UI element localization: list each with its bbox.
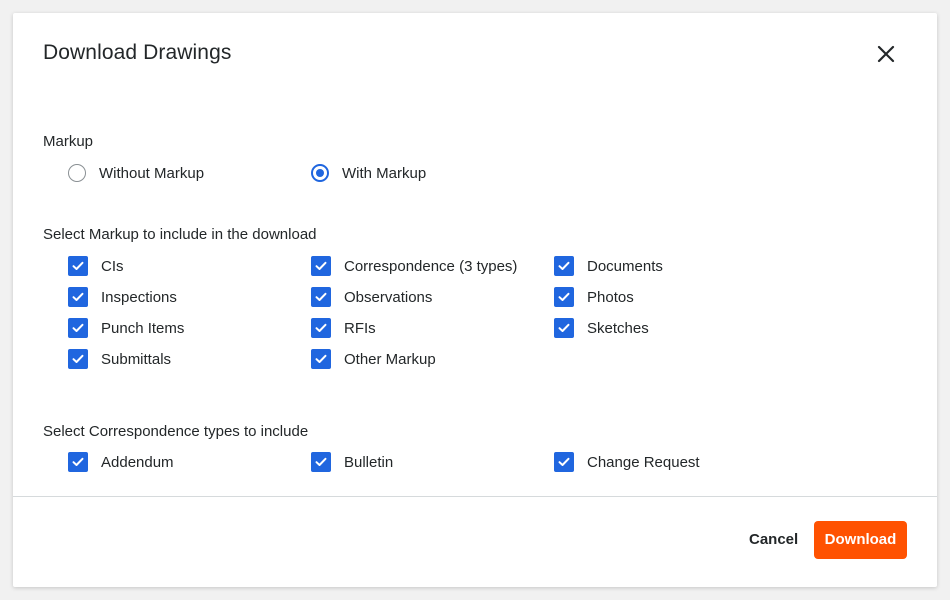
correspondence-type-checkbox-option[interactable]: Addendum: [68, 451, 174, 473]
checkmark-icon: [72, 457, 84, 466]
markup-section-label: Markup: [43, 133, 94, 150]
checkbox-label: Change Request: [587, 453, 700, 471]
checkbox[interactable]: [554, 452, 574, 472]
checkbox-label: Observations: [344, 288, 433, 306]
checkbox[interactable]: [68, 256, 88, 276]
close-button[interactable]: [875, 43, 897, 65]
checkmark-icon: [72, 292, 84, 301]
download-drawings-dialog: Download Drawings Markup Without Markup …: [13, 13, 937, 587]
markup-type-checkbox-option[interactable]: RFIs: [311, 317, 376, 339]
correspondence-type-checkbox-option[interactable]: Change Request: [554, 451, 700, 473]
checkbox[interactable]: [68, 349, 88, 369]
footer-divider: [13, 496, 937, 497]
checkmark-icon: [558, 323, 570, 332]
checkbox[interactable]: [311, 287, 331, 307]
checkmark-icon: [72, 323, 84, 332]
markup-type-checkbox-option[interactable]: Observations: [311, 286, 432, 308]
dialog-title: Download Drawings: [43, 41, 232, 64]
checkbox[interactable]: [554, 256, 574, 276]
checkmark-icon: [72, 261, 84, 270]
checkmark-icon: [558, 261, 570, 270]
markup-type-checkbox-option[interactable]: Photos: [554, 286, 634, 308]
markup-type-checkbox-option[interactable]: CIs: [68, 255, 124, 277]
checkbox-label: Photos: [587, 288, 634, 306]
checkmark-icon: [315, 292, 327, 301]
correspondence-types-section-label: Select Correspondence types to include: [43, 423, 309, 440]
download-button[interactable]: Download: [814, 521, 907, 559]
checkbox-label: Punch Items: [101, 319, 185, 337]
markup-type-checkbox-option[interactable]: Punch Items: [68, 317, 184, 339]
checkbox[interactable]: [311, 256, 331, 276]
checkmark-icon: [72, 354, 84, 363]
radio-without-markup[interactable]: Without Markup: [68, 162, 204, 184]
radio-button-selected[interactable]: [311, 164, 329, 182]
checkmark-icon: [558, 457, 570, 466]
checkbox[interactable]: [554, 287, 574, 307]
markup-type-checkbox-option[interactable]: Other Markup: [311, 348, 436, 370]
checkbox[interactable]: [311, 318, 331, 338]
checkbox-label: Bulletin: [344, 453, 394, 471]
markup-type-checkbox-option[interactable]: Correspondence (3 types): [311, 255, 517, 277]
checkbox[interactable]: [311, 349, 331, 369]
radio-with-markup[interactable]: With Markup: [311, 162, 426, 184]
checkbox-label: Documents: [587, 257, 663, 275]
checkbox-label: RFIs: [344, 319, 376, 337]
correspondence-type-checkbox-option[interactable]: Bulletin: [311, 451, 393, 473]
markup-type-checkbox-option[interactable]: Documents: [554, 255, 663, 277]
radio-label: With Markup: [342, 164, 427, 182]
checkbox[interactable]: [68, 318, 88, 338]
checkmark-icon: [315, 261, 327, 270]
radio-button-unselected[interactable]: [68, 164, 86, 182]
checkbox-label: Correspondence (3 types): [344, 257, 518, 275]
checkbox[interactable]: [311, 452, 331, 472]
checkmark-icon: [558, 292, 570, 301]
radio-label: Without Markup: [99, 164, 205, 182]
markup-types-section-label: Select Markup to include in the download: [43, 226, 317, 243]
checkmark-icon: [315, 323, 327, 332]
checkbox[interactable]: [68, 287, 88, 307]
checkbox-label: Addendum: [101, 453, 174, 471]
checkbox-label: Sketches: [587, 319, 649, 337]
markup-type-checkbox-option[interactable]: Inspections: [68, 286, 177, 308]
checkmark-icon: [315, 354, 327, 363]
checkbox[interactable]: [554, 318, 574, 338]
checkbox-label: Other Markup: [344, 350, 436, 368]
close-icon: [877, 45, 895, 63]
markup-type-checkbox-option[interactable]: Sketches: [554, 317, 649, 339]
checkbox-label: Inspections: [101, 288, 177, 306]
checkbox-label: Submittals: [101, 350, 172, 368]
markup-type-checkbox-option[interactable]: Submittals: [68, 348, 171, 370]
cancel-button[interactable]: Cancel: [735, 521, 812, 559]
checkbox-label: CIs: [101, 257, 124, 275]
checkbox[interactable]: [68, 452, 88, 472]
checkmark-icon: [315, 457, 327, 466]
